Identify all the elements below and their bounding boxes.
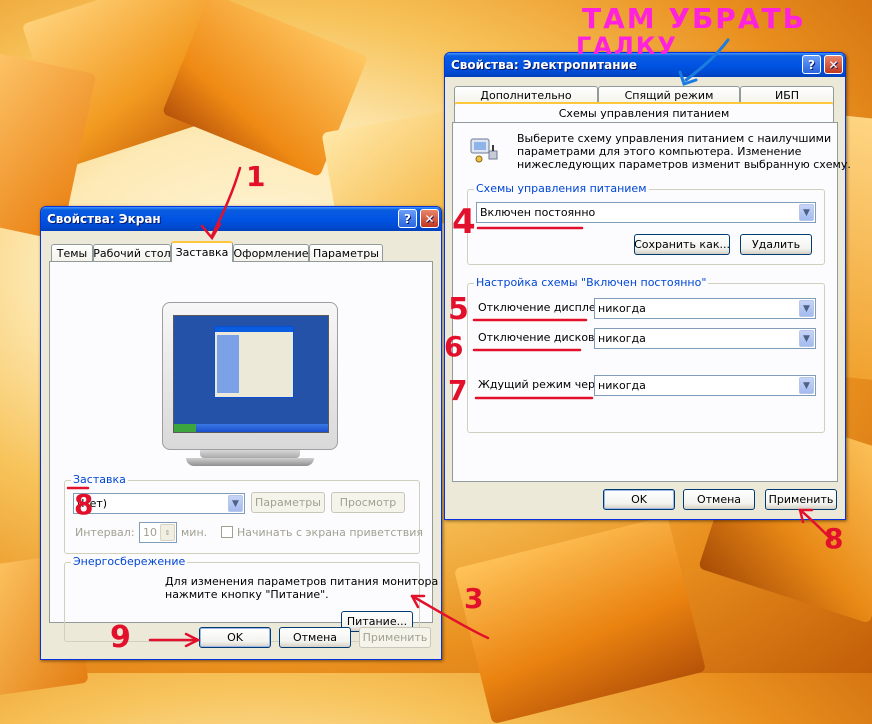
welcome-screen-label: Начинать с экрана приветствия <box>237 526 424 539</box>
interval-label: Интервал: <box>75 526 135 539</box>
help-button[interactable]: ? <box>802 55 821 74</box>
apply-button[interactable]: Применить <box>765 489 837 510</box>
apply-button[interactable]: Применить <box>359 627 431 648</box>
group-label: Схемы управления питанием <box>474 182 649 195</box>
interval-spinner[interactable]: 10 ⇕ <box>139 522 177 543</box>
standby-value: никогда <box>598 379 646 392</box>
preview-taskbar <box>174 424 328 432</box>
annotation-number-4: 4 <box>452 202 476 242</box>
monitor-screen <box>173 315 329 433</box>
annotation-number-6: 6 <box>444 330 464 363</box>
cancel-button[interactable]: Отмена <box>279 627 351 648</box>
help-button[interactable]: ? <box>398 209 417 228</box>
screensaver-params-button[interactable]: Параметры <box>251 492 325 513</box>
welcome-screen-checkbox[interactable] <box>221 526 233 538</box>
preview-start-button <box>174 424 196 432</box>
chevron-down-icon[interactable]: ▼ <box>799 204 814 221</box>
annotation-number-5: 5 <box>448 292 469 327</box>
scheme-settings-group: Настройка схемы "Включен постоянно" Откл… <box>467 276 825 433</box>
monitor-stand <box>200 450 300 458</box>
annotation-number-3: 3 <box>464 582 484 615</box>
annotation-note-line2: ГАЛКУ <box>576 32 678 60</box>
ok-button[interactable]: OK <box>603 489 675 510</box>
power-scheme-select[interactable]: Включен постоянно ▼ <box>476 202 816 223</box>
tab-appearance[interactable]: Оформление <box>233 244 309 262</box>
interval-value: 10 <box>143 526 157 539</box>
annotation-number-7: 7 <box>448 374 468 407</box>
power-description-line2: нажмите кнопку "Питание". <box>165 588 329 601</box>
disks-off-value: никогда <box>598 332 646 345</box>
tab-themes[interactable]: Темы <box>51 244 93 262</box>
annotation-note-line1: ТАМ УБРАТЬ <box>582 2 806 35</box>
window-title: Свойства: Экран <box>47 212 161 226</box>
delete-button[interactable]: Удалить <box>740 234 812 255</box>
tab-screensaver[interactable]: Заставка <box>171 241 233 262</box>
display-properties-window: Свойства: Экран ? ✕ Темы Рабочий стол За… <box>40 206 442 660</box>
disks-off-select[interactable]: никогда ▼ <box>594 328 816 349</box>
preview-window-thumbnail <box>214 326 294 398</box>
power-schemes-tab-panel: Выберите схему управления питанием с наи… <box>452 122 851 482</box>
monitor-base <box>186 458 314 466</box>
group-label: Настройка схемы "Включен постоянно" <box>474 276 709 289</box>
chevron-down-icon[interactable]: ▼ <box>228 495 243 512</box>
screensaver-group: Заставка (Нет) ▼ Параметры Просмотр Инте… <box>64 473 424 554</box>
chevron-down-icon[interactable]: ▼ <box>799 377 814 394</box>
window-title: Свойства: Электропитание <box>451 58 638 72</box>
power-scheme-value: Включен постоянно <box>480 206 596 219</box>
wallpaper-cube <box>453 515 707 724</box>
tab-settings[interactable]: Параметры <box>309 244 383 262</box>
display-off-select[interactable]: никогда ▼ <box>594 298 816 319</box>
screensaver-preview-button[interactable]: Просмотр <box>331 492 405 513</box>
chevron-down-icon[interactable]: ▼ <box>799 330 814 347</box>
minutes-label: мин. <box>181 526 208 539</box>
intro-text-line3: нижеследующих параметров изменит выбранн… <box>517 158 851 171</box>
standby-label: Ждущий режим через: <box>478 378 612 391</box>
close-button[interactable]: ✕ <box>824 55 843 74</box>
save-as-button[interactable]: Сохранить как... <box>634 234 730 255</box>
spinner-arrows-icon[interactable]: ⇕ <box>160 524 175 541</box>
power-options-window: Свойства: Электропитание ? ✕ Дополнитель… <box>444 52 851 520</box>
intro-text-line1: Выберите схему управления питанием с наи… <box>517 132 832 145</box>
display-off-value: никогда <box>598 302 646 315</box>
annotation-number-1: 1 <box>246 160 266 193</box>
close-button[interactable]: ✕ <box>420 209 439 228</box>
power-window-content: Дополнительно Спящий режим ИБП Схемы упр… <box>448 78 851 516</box>
ok-button[interactable]: OK <box>199 627 271 648</box>
power-description-line1: Для изменения параметров питания монитор… <box>165 575 439 588</box>
intro-text-line2: параметрами для этого компьютера. Измене… <box>517 145 802 158</box>
group-label: Энергосбережение <box>71 555 188 568</box>
display-window-titlebar[interactable]: Свойства: Экран ? ✕ <box>41 207 441 231</box>
display-off-label: Отключение дисплея: <box>478 301 606 314</box>
screensaver-tab-panel: Заставка (Нет) ▼ Параметры Просмотр Инте… <box>49 261 438 642</box>
power-schemes-group: Схемы управления питанием Включен постоя… <box>467 182 825 265</box>
screensaver-select[interactable]: (Нет) ▼ <box>73 493 245 514</box>
annotation-number-8b: 8 <box>824 522 844 555</box>
group-label: Заставка <box>71 473 128 486</box>
display-window-content: Темы Рабочий стол Заставка Оформление Па… <box>44 232 438 656</box>
tab-power-schemes[interactable]: Схемы управления питанием <box>454 102 834 122</box>
chevron-down-icon[interactable]: ▼ <box>799 300 814 317</box>
standby-select[interactable]: никогда ▼ <box>594 375 816 396</box>
annotation-number-9: 9 <box>110 620 131 655</box>
annotation-number-8: 8 <box>74 488 94 521</box>
disks-off-label: Отключение дисков: <box>478 331 599 344</box>
monitor-preview <box>162 302 338 450</box>
power-scheme-icon <box>470 138 498 163</box>
tab-desktop[interactable]: Рабочий стол <box>93 244 171 262</box>
cancel-button[interactable]: Отмена <box>683 489 755 510</box>
